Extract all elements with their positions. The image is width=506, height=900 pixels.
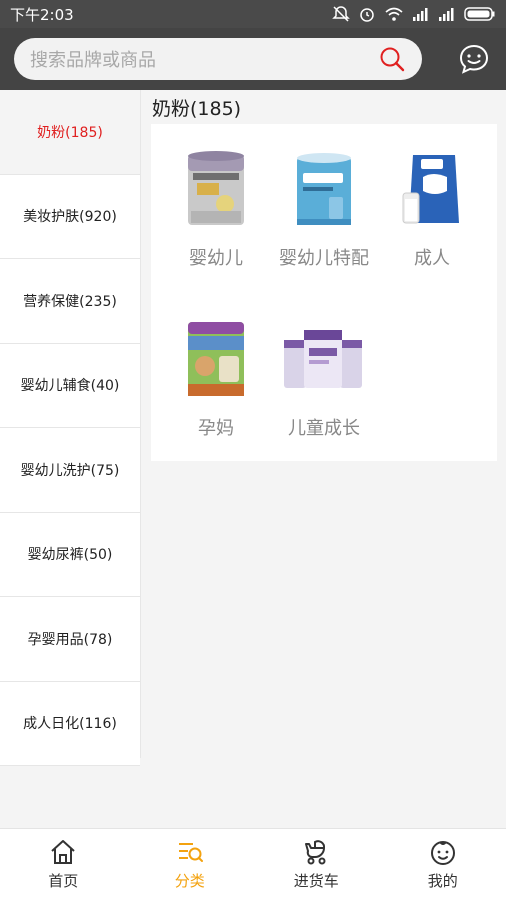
section-title: 奶粉(185) — [152, 97, 242, 120]
nav-item-cart[interactable]: 进货车 — [253, 829, 380, 900]
subcategory-child-growth[interactable]: 儿童成长 — [269, 294, 379, 444]
status-bar: 下午2:03 — [0, 0, 506, 28]
sidebar-item-label: 婴幼儿洗护(75) — [20, 462, 120, 479]
category-sidebar: 奶粉(185) 美妆护肤(920) 营养保健(235) 婴幼儿辅食(40) 婴幼… — [0, 90, 141, 766]
stroller-cart-icon — [305, 840, 326, 865]
special-formula-can-image — [279, 144, 369, 234]
signal-icon — [413, 8, 428, 21]
sidebar-item-nutrition[interactable]: 营养保健(235) — [0, 259, 140, 344]
sidebar-item-label: 婴幼尿裤(50) — [27, 547, 113, 564]
subcategory-adult[interactable]: 成人 — [377, 124, 487, 274]
subcategory-label: 孕妈 — [198, 418, 234, 439]
sidebar-item-label: 美妆护肤(920) — [23, 209, 117, 226]
sidebar-item-adult-care[interactable]: 成人日化(116) — [0, 681, 140, 766]
category-icon — [178, 843, 203, 862]
nav-label: 我的 — [427, 872, 458, 890]
nav-item-profile[interactable]: 我的 — [380, 829, 506, 900]
battery-icon — [464, 7, 495, 21]
search-input[interactable]: 搜索品牌或商品 — [14, 38, 422, 80]
baby-face-icon — [430, 841, 455, 865]
status-time: 下午2:03 — [10, 5, 74, 24]
sidebar-item-diapers[interactable]: 婴幼尿裤(50) — [0, 512, 140, 597]
alarm-icon — [360, 8, 374, 22]
search-placeholder: 搜索品牌或商品 — [30, 50, 156, 71]
sidebar-item-beauty-skincare[interactable]: 美妆护肤(920) — [0, 174, 140, 259]
sidebar-item-label: 奶粉(185) — [37, 124, 103, 141]
sidebar-item-label: 成人日化(116) — [23, 716, 117, 733]
category-content: 奶粉(185) 婴幼儿 婴幼儿特配 成人 孕妈 儿童成长 — [141, 90, 506, 461]
sidebar-item-baby-food[interactable]: 婴幼儿辅食(40) — [0, 343, 140, 428]
subcategory-label: 婴幼儿特配 — [279, 248, 369, 269]
bottom-navigation: 首页 分类 进货车 我的 — [0, 828, 506, 900]
mute-icon — [332, 6, 350, 22]
sidebar-item-maternity[interactable]: 孕婴用品(78) — [0, 597, 140, 682]
sidebar-item-label: 营养保健(235) — [23, 293, 117, 310]
search-icon[interactable] — [378, 45, 406, 73]
subcategory-infant-special[interactable]: 婴幼儿特配 — [269, 124, 379, 274]
child-growth-cans-image — [279, 314, 369, 404]
subcategory-label: 成人 — [414, 248, 450, 269]
subcategory-infant[interactable]: 婴幼儿 — [161, 124, 271, 274]
subcategory-label: 儿童成长 — [288, 418, 360, 439]
signal-icon — [439, 8, 454, 21]
chat-bubble-icon — [459, 44, 489, 74]
nav-item-category[interactable]: 分类 — [127, 829, 254, 900]
sidebar-item-label: 孕婴用品(78) — [27, 631, 113, 648]
sidebar-item-milk-powder[interactable]: 奶粉(185) — [0, 90, 140, 175]
nav-label: 进货车 — [293, 872, 339, 890]
message-button[interactable] — [456, 41, 492, 77]
subcategory-maternal[interactable]: 孕妈 — [161, 294, 271, 444]
subcategory-grid: 婴幼儿 婴幼儿特配 成人 孕妈 儿童成长 — [151, 124, 497, 461]
nav-item-home[interactable]: 首页 — [0, 829, 127, 900]
sidebar-item-label: 婴幼儿辅食(40) — [20, 378, 120, 395]
nav-label: 分类 — [174, 872, 205, 890]
home-icon — [51, 840, 75, 864]
subcategory-label: 婴幼儿 — [189, 248, 243, 269]
sidebar-item-baby-care[interactable]: 婴幼儿洗护(75) — [0, 428, 140, 513]
infant-formula-can-image — [171, 144, 261, 234]
nav-label: 首页 — [48, 872, 79, 890]
adult-milk-bag-image — [387, 144, 477, 234]
maternal-formula-can-image — [171, 314, 261, 404]
top-header: 搜索品牌或商品 — [0, 28, 506, 90]
wifi-icon — [385, 7, 403, 21]
status-icons — [332, 5, 496, 23]
